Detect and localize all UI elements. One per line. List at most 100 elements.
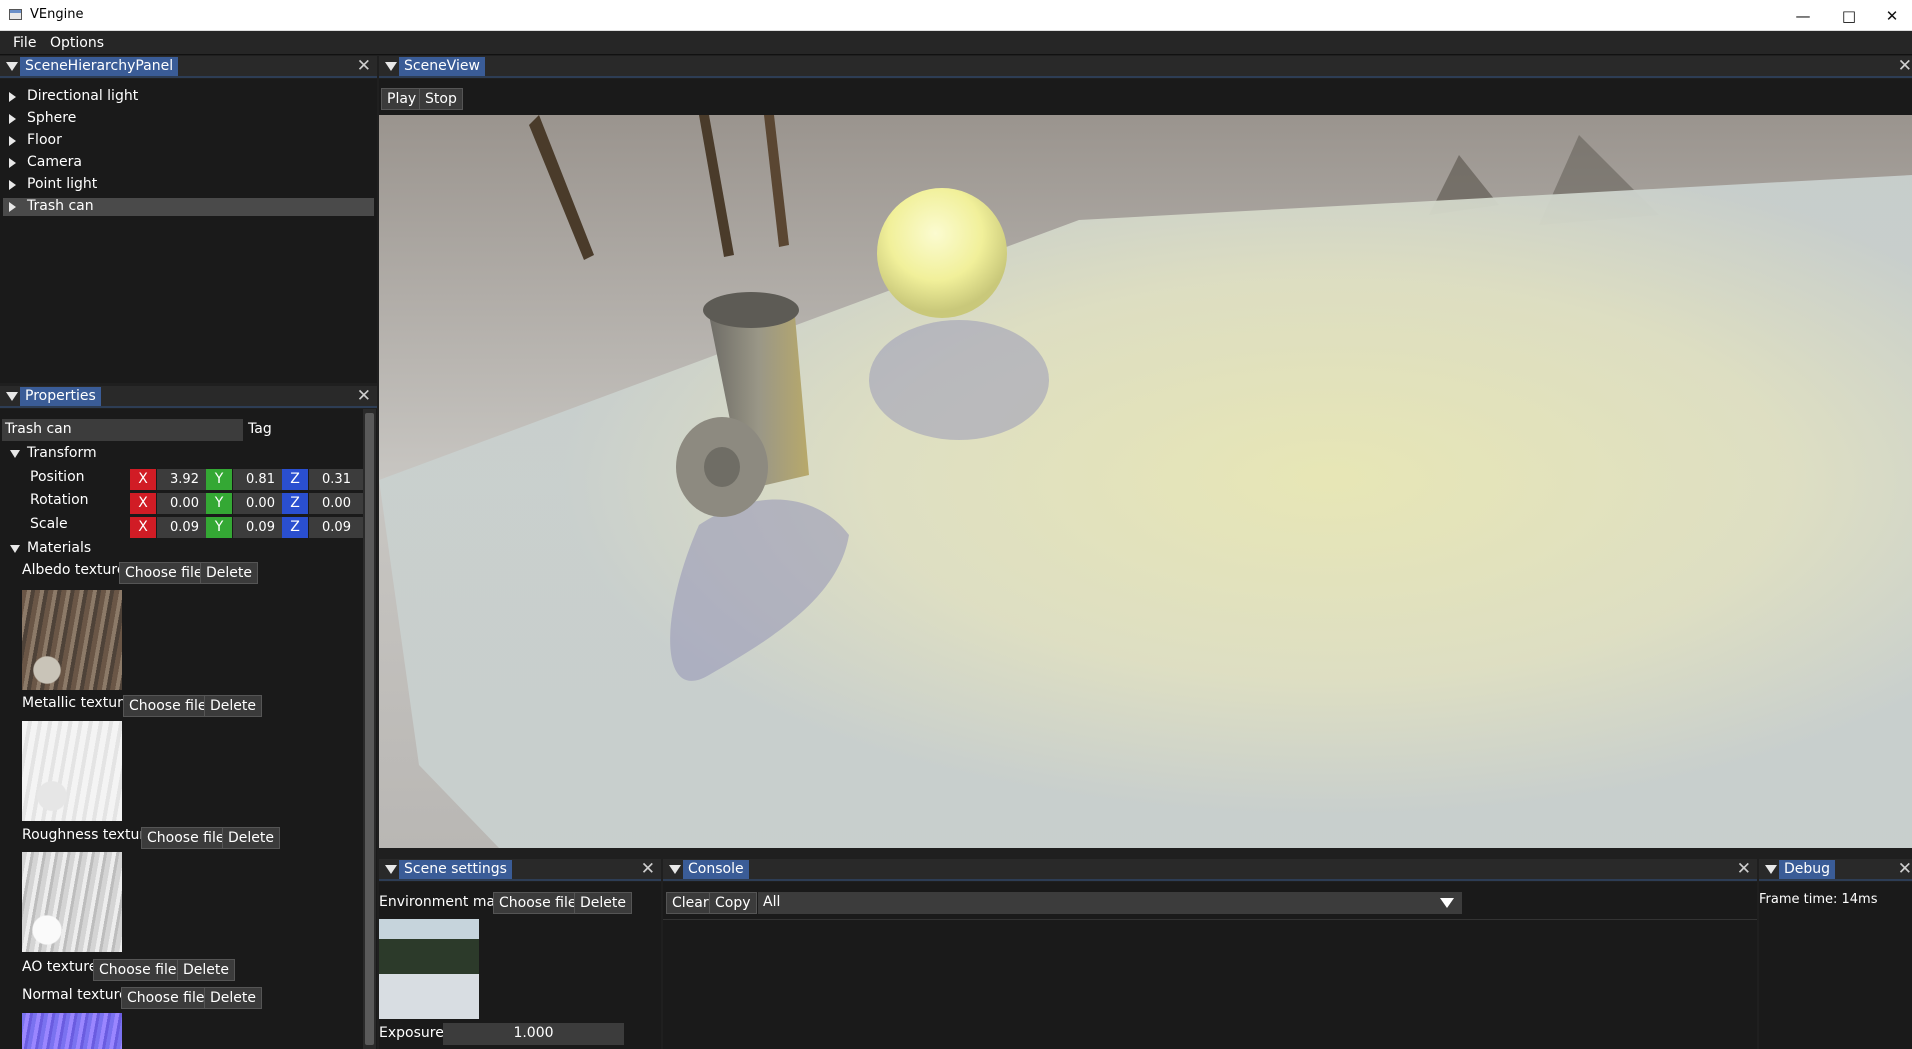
rotation-x-input[interactable]: 0.00 <box>157 493 212 514</box>
console-filter-value: All <box>763 894 781 910</box>
tab-debug[interactable]: Debug <box>1779 860 1836 879</box>
scene-render <box>379 115 1912 848</box>
minimize-icon[interactable]: — <box>1780 0 1826 31</box>
rotation-z-button[interactable]: Z <box>282 493 308 514</box>
properties-panel: Trash can Tag Transform Position X 3.92 … <box>0 409 377 1049</box>
tab-console[interactable]: Console <box>683 860 749 879</box>
dropdown-arrow-icon[interactable] <box>1440 898 1454 908</box>
tab-scene-hierarchy[interactable]: SceneHierarchyPanel <box>20 57 179 76</box>
scale-z-button[interactable]: Z <box>282 517 308 538</box>
collapse-icon[interactable] <box>669 865 681 874</box>
normal-delete-button[interactable]: Delete <box>204 987 262 1009</box>
scale-y-button[interactable]: Y <box>206 517 232 538</box>
position-label: Position <box>30 469 85 485</box>
scale-z-input[interactable]: 0.09 <box>309 517 364 538</box>
exposure-label: Exposure <box>379 1025 444 1041</box>
close-icon[interactable]: ✕ <box>1737 859 1751 879</box>
ao-choose-file-button[interactable]: Choose file <box>93 959 183 981</box>
console-clear-button[interactable]: Clear <box>666 892 715 914</box>
metallic-delete-button[interactable]: Delete <box>204 695 262 717</box>
close-icon[interactable]: ✕ <box>357 56 371 76</box>
console-divider <box>663 919 1757 920</box>
metallic-texture-thumbnail <box>22 721 122 821</box>
normal-choose-file-button[interactable]: Choose file <box>121 987 211 1009</box>
rotation-x-button[interactable]: X <box>130 493 156 514</box>
sceneview-header: SceneView ✕ <box>379 56 1912 78</box>
frame-time-text: Frame time: 14ms <box>1759 892 1878 907</box>
title-bar: VEngine — □ ✕ <box>0 0 1912 31</box>
close-icon[interactable]: ✕ <box>1898 859 1912 879</box>
expand-arrow-icon[interactable] <box>9 136 16 146</box>
scale-x-input[interactable]: 0.09 <box>157 517 212 538</box>
rotation-label: Rotation <box>30 492 89 508</box>
env-delete-button[interactable]: Delete <box>574 892 632 914</box>
collapse-icon[interactable] <box>6 392 18 401</box>
menu-file[interactable]: File <box>13 35 36 51</box>
rotation-y-input[interactable]: 0.00 <box>233 493 288 514</box>
collapse-icon[interactable] <box>1765 865 1777 874</box>
scrollbar-thumb[interactable] <box>365 413 374 1045</box>
tab-properties[interactable]: Properties <box>20 387 101 406</box>
maximize-icon[interactable]: □ <box>1826 0 1872 31</box>
albedo-choose-file-button[interactable]: Choose file <box>119 562 209 584</box>
albedo-texture-thumbnail <box>22 590 122 690</box>
expand-arrow-icon[interactable] <box>9 180 16 190</box>
transform-collapse-icon[interactable] <box>10 450 20 458</box>
tree-item-camera[interactable]: Camera <box>3 154 374 172</box>
tab-scene-settings[interactable]: Scene settings <box>399 860 512 879</box>
entity-name-input[interactable]: Trash can <box>2 419 243 441</box>
scale-x-button[interactable]: X <box>130 517 156 538</box>
metallic-label: Metallic texture <box>22 695 132 711</box>
console-copy-button[interactable]: Copy <box>709 892 757 914</box>
position-x-button[interactable]: X <box>130 469 156 490</box>
position-z-button[interactable]: Z <box>282 469 308 490</box>
properties-scrollbar[interactable] <box>363 409 376 1049</box>
expand-arrow-icon[interactable] <box>9 114 16 124</box>
albedo-delete-button[interactable]: Delete <box>200 562 258 584</box>
menu-options[interactable]: Options <box>50 35 104 51</box>
expand-arrow-icon[interactable] <box>9 92 16 102</box>
materials-collapse-icon[interactable] <box>10 545 20 553</box>
tab-scene-view[interactable]: SceneView <box>399 57 485 76</box>
ao-label: AO texture <box>22 959 98 975</box>
exposure-slider[interactable]: 1.000 <box>443 1023 624 1045</box>
tree-item-directional-light[interactable]: Directional light <box>3 88 374 106</box>
close-icon[interactable]: ✕ <box>357 386 371 406</box>
menu-bar: File Options <box>0 31 1912 55</box>
tree-item-point-light[interactable]: Point light <box>3 176 374 194</box>
scale-y-input[interactable]: 0.09 <box>233 517 288 538</box>
scene-viewport[interactable] <box>379 115 1912 848</box>
metallic-choose-file-button[interactable]: Choose file <box>123 695 213 717</box>
sceneview-toolbar: Play Stop <box>379 79 1912 115</box>
tree-item-trash-can[interactable]: Trash can <box>3 198 374 216</box>
console-filter-select[interactable]: All <box>758 892 1462 914</box>
ao-delete-button[interactable]: Delete <box>177 959 235 981</box>
close-window-icon[interactable]: ✕ <box>1872 0 1912 31</box>
position-y-button[interactable]: Y <box>206 469 232 490</box>
stop-button[interactable]: Stop <box>419 88 463 110</box>
env-choose-file-button[interactable]: Choose file <box>493 892 583 914</box>
tree-item-sphere[interactable]: Sphere <box>3 110 374 128</box>
rotation-y-button[interactable]: Y <box>206 493 232 514</box>
expand-arrow-icon[interactable] <box>9 158 16 168</box>
materials-title: Materials <box>27 540 92 556</box>
close-icon[interactable]: ✕ <box>1898 56 1912 76</box>
play-button[interactable]: Play <box>381 88 423 110</box>
position-z-input[interactable]: 0.31 <box>309 469 364 490</box>
roughness-label: Roughness texture <box>22 827 154 843</box>
collapse-icon[interactable] <box>385 865 397 874</box>
position-x-input[interactable]: 3.92 <box>157 469 212 490</box>
tree-item-floor[interactable]: Floor <box>3 132 374 150</box>
roughness-delete-button[interactable]: Delete <box>222 827 280 849</box>
close-icon[interactable]: ✕ <box>641 859 655 879</box>
environment-map-label: Environment map <box>379 894 504 910</box>
collapse-icon[interactable] <box>6 62 18 71</box>
rotation-z-input[interactable]: 0.00 <box>309 493 364 514</box>
expand-arrow-icon[interactable] <box>9 202 16 212</box>
position-y-input[interactable]: 0.81 <box>233 469 288 490</box>
collapse-icon[interactable] <box>385 62 397 71</box>
roughness-choose-file-button[interactable]: Choose file <box>141 827 231 849</box>
environment-map-thumbnail <box>379 919 479 1019</box>
app-icon <box>9 9 22 20</box>
scene-settings-panel: Environment map Choose file Delete Expos… <box>379 882 661 1049</box>
